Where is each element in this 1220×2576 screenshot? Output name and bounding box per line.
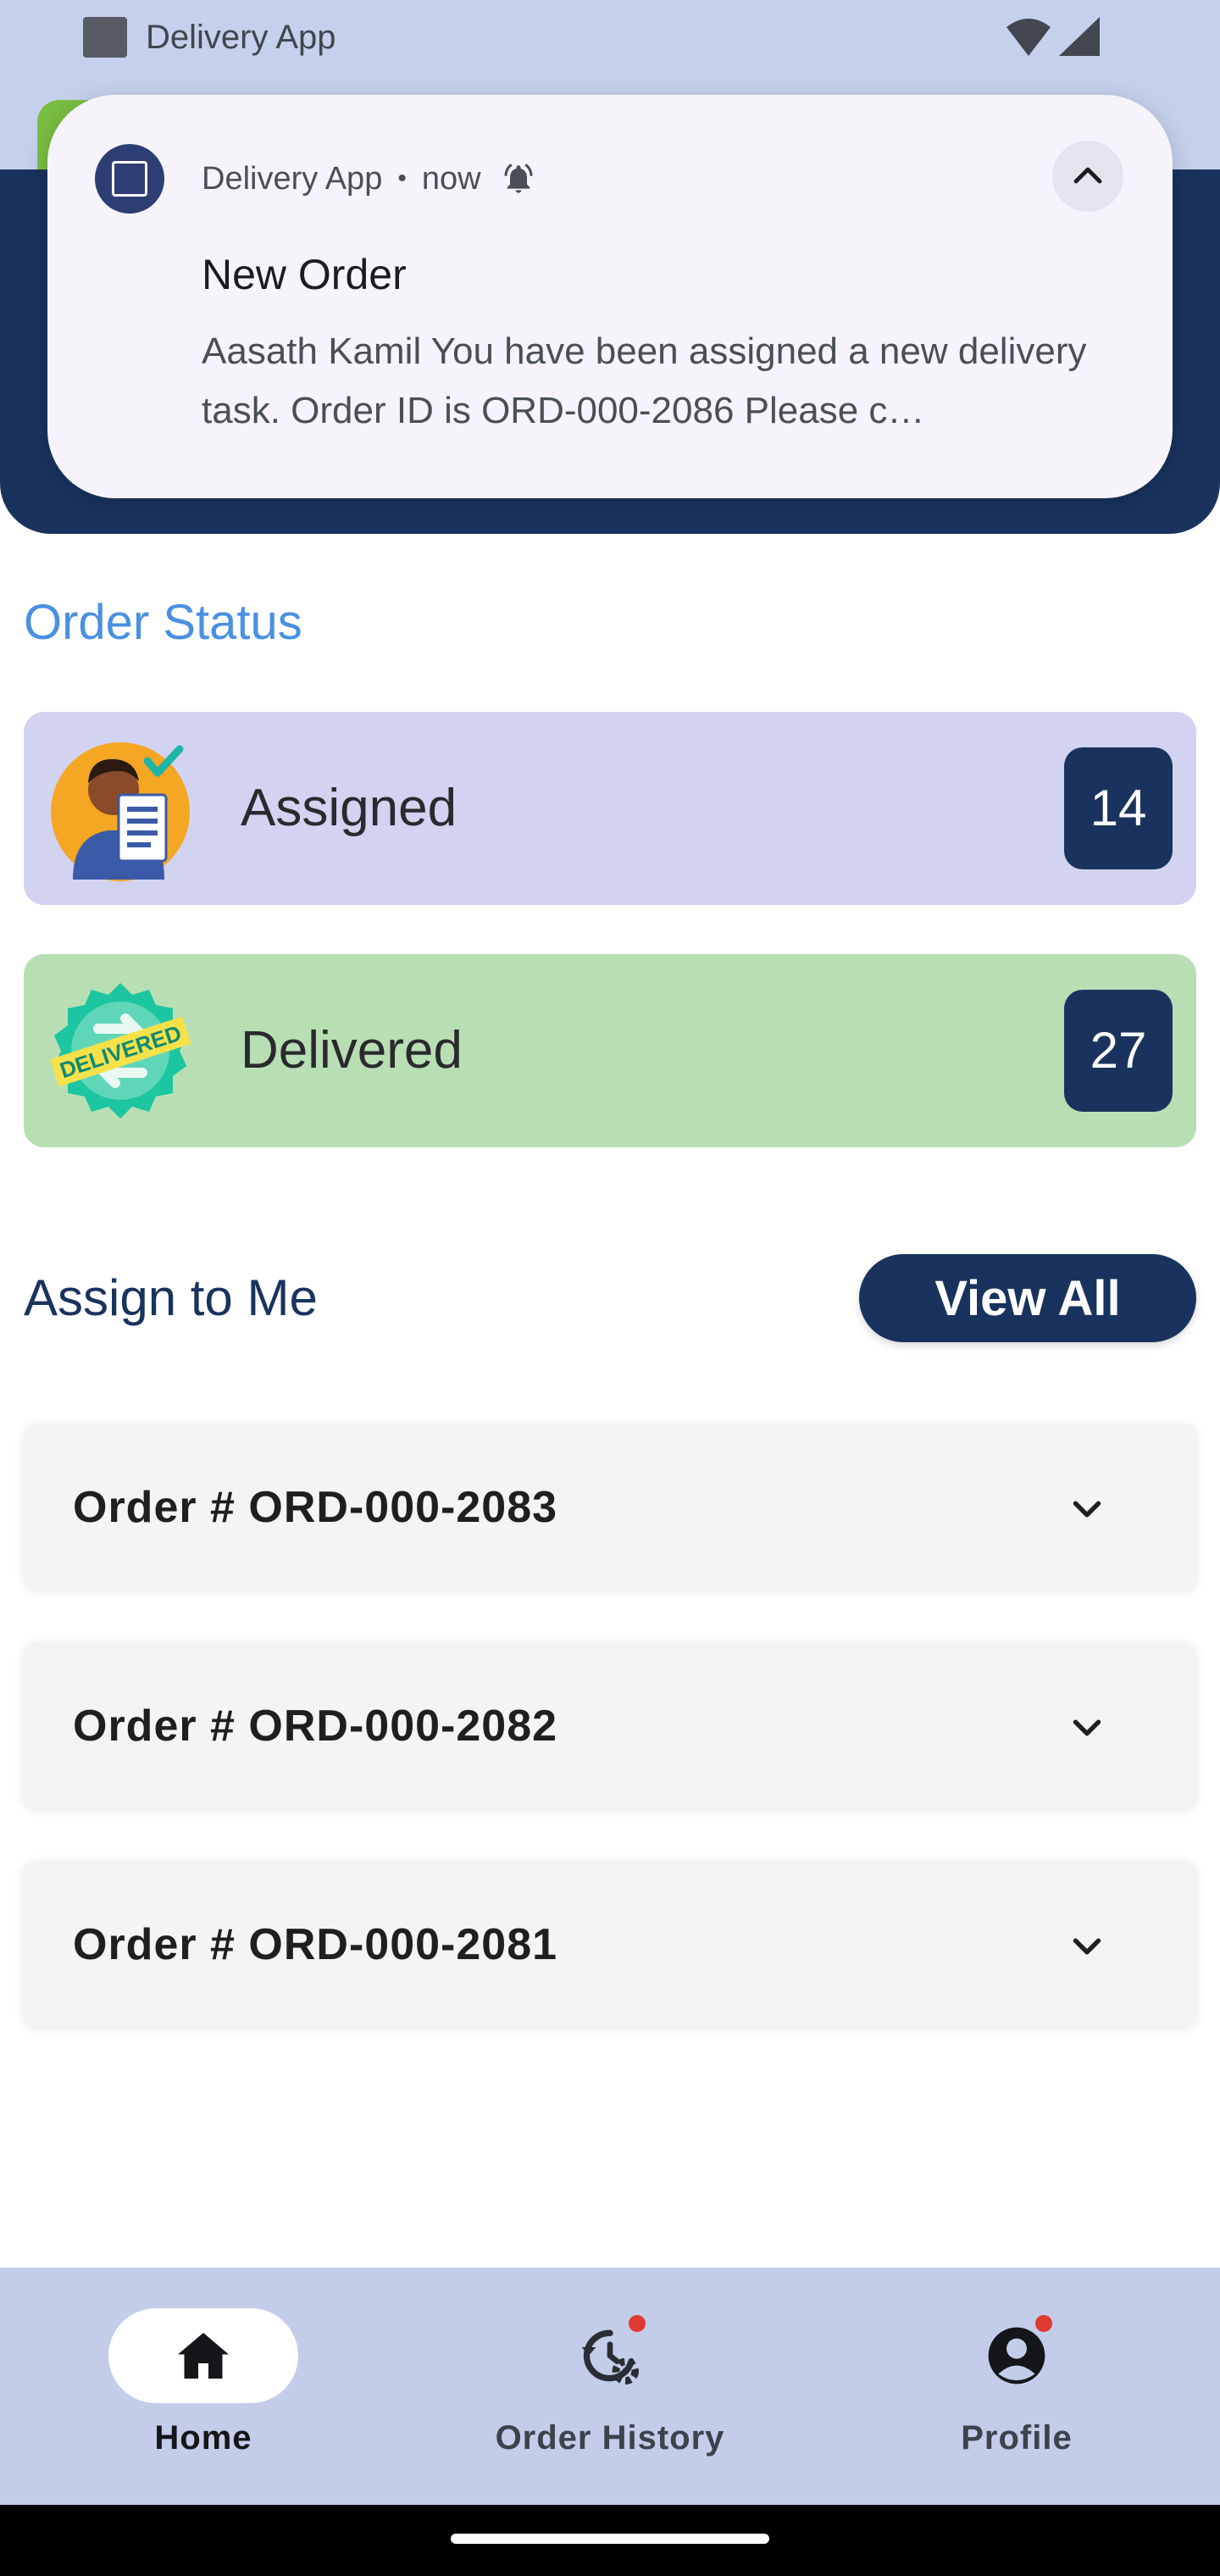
order-history-badge-dot [629, 2315, 646, 2332]
wifi-icon [1006, 19, 1051, 56]
delivered-label: Delivered [241, 1021, 463, 1080]
chevron-down-icon[interactable] [1064, 1486, 1110, 1532]
app-icon [83, 17, 127, 58]
order-title: Order # ORD-000-2082 [73, 1702, 558, 1751]
order-card[interactable]: Order # ORD-000-2083 [24, 1424, 1196, 1590]
delivered-status-card[interactable]: DELIVERED Delivered 27 [24, 954, 1196, 1147]
notification-title: New Order [202, 251, 407, 298]
assign-to-me-title: Assign to Me [24, 1269, 318, 1326]
assigned-person-icon [51, 742, 190, 881]
chevron-down-icon[interactable] [1064, 1924, 1110, 1969]
notification-body: Aasath Kamil You have been assigned a ne… [202, 330, 1087, 431]
notification-card[interactable]: Delivery App • now New Order Aasath Kami… [47, 95, 1173, 498]
notification-app-icon [95, 144, 164, 214]
nav-label-order-history: Order History [495, 2419, 725, 2457]
chevron-down-icon[interactable] [1064, 1705, 1110, 1751]
view-all-button[interactable]: View All [859, 1254, 1196, 1342]
order-card[interactable]: Order # ORD-000-2081 [24, 1861, 1196, 2027]
order-card[interactable]: Order # ORD-000-2082 [24, 1642, 1196, 1808]
notification-separator: • [397, 164, 407, 192]
assigned-status-card[interactable]: Assigned 14 [24, 712, 1196, 905]
order-title: Order # ORD-000-2083 [73, 1483, 558, 1532]
bell-ringing-icon [504, 164, 533, 193]
profile-badge-dot [1035, 2315, 1052, 2332]
nav-item-profile[interactable]: Profile [813, 2268, 1220, 2505]
nav-label-profile: Profile [961, 2419, 1073, 2457]
account-circle-icon [988, 2327, 1045, 2384]
notification-time: now [421, 161, 481, 197]
status-bar-app-name: Delivery App [146, 19, 336, 56]
bottom-navigation: Home Order History Profile [0, 2268, 1220, 2505]
home-gesture-handle[interactable] [451, 2534, 769, 2544]
notification-app-name: Delivery App [202, 161, 383, 197]
home-icon [178, 2333, 229, 2379]
notification-meta: Delivery App • now [202, 159, 535, 198]
delivered-badge-icon: DELIVERED [50, 983, 191, 1119]
nav-item-order-history[interactable]: Order History [407, 2268, 813, 2505]
delivered-count: 27 [1064, 990, 1173, 1112]
notification-collapse-button[interactable] [1052, 141, 1123, 212]
status-bar: Delivery App [0, 0, 1220, 76]
nav-item-home[interactable]: Home [0, 2268, 407, 2505]
order-title: Order # ORD-000-2081 [73, 1920, 558, 1969]
assigned-label: Assigned [241, 779, 458, 837]
order-status-title: Order Status [24, 595, 302, 650]
nav-label-home: Home [154, 2419, 252, 2457]
assigned-count: 14 [1064, 747, 1173, 869]
gesture-bar [0, 2505, 1220, 2576]
history-settings-icon [581, 2329, 640, 2385]
chevron-up-icon [1073, 167, 1102, 184]
signal-icon [1059, 17, 1100, 56]
